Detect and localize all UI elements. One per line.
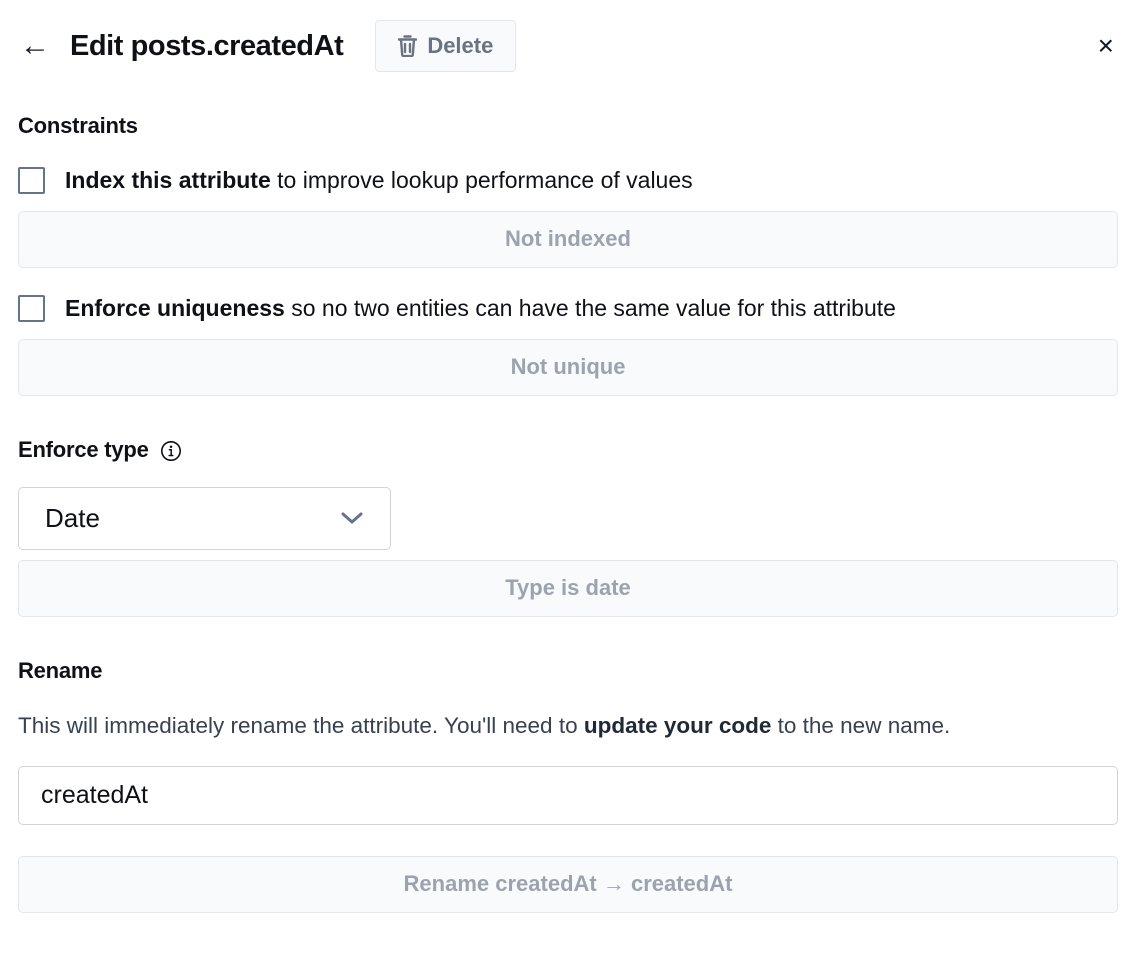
index-checkbox[interactable] bbox=[18, 167, 45, 194]
enforce-type-heading: Enforce type bbox=[18, 437, 149, 463]
page-title: Edit posts.createdAt bbox=[70, 30, 343, 63]
index-label-bold: Index this attribute bbox=[65, 167, 271, 193]
close-icon[interactable]: × bbox=[1094, 30, 1118, 62]
index-attribute-row[interactable]: Index this attribute to improve lookup p… bbox=[18, 166, 1118, 196]
rename-desc-pre: This will immediately rename the attribu… bbox=[18, 713, 584, 738]
delete-button[interactable]: Delete bbox=[375, 20, 516, 72]
unique-attribute-row[interactable]: Enforce uniqueness so no two entities ca… bbox=[18, 294, 1118, 324]
unique-status-button[interactable]: Not unique bbox=[18, 339, 1118, 396]
unique-checkbox[interactable] bbox=[18, 295, 45, 322]
rename-input[interactable] bbox=[18, 766, 1118, 825]
back-arrow-icon[interactable]: ← bbox=[18, 29, 52, 63]
rename-description: This will immediately rename the attribu… bbox=[18, 704, 1118, 748]
type-select[interactable]: Date bbox=[18, 487, 391, 550]
index-label-rest: to improve lookup performance of values bbox=[271, 167, 693, 193]
chevron-down-icon bbox=[340, 510, 364, 526]
unique-label-rest: so no two entities can have the same val… bbox=[285, 295, 896, 321]
type-select-value: Date bbox=[45, 503, 100, 534]
type-status-button[interactable]: Type is date bbox=[18, 560, 1118, 617]
index-checkbox-label: Index this attribute to improve lookup p… bbox=[65, 166, 693, 196]
delete-button-label: Delete bbox=[427, 33, 493, 59]
trash-icon bbox=[398, 35, 417, 57]
rename-heading: Rename bbox=[18, 658, 1118, 684]
rename-desc-bold: update your code bbox=[584, 713, 772, 738]
rename-desc-post: to the new name. bbox=[771, 713, 950, 738]
info-icon[interactable] bbox=[160, 440, 182, 462]
edit-attribute-header: ← Edit posts.createdAt Delete × bbox=[18, 19, 1118, 73]
rename-submit-button[interactable]: Rename createdAt → createdAt bbox=[18, 856, 1118, 913]
unique-label-bold: Enforce uniqueness bbox=[65, 295, 285, 321]
unique-checkbox-label: Enforce uniqueness so no two entities ca… bbox=[65, 294, 896, 324]
constraints-heading: Constraints bbox=[18, 113, 1118, 139]
index-status-button[interactable]: Not indexed bbox=[18, 211, 1118, 268]
